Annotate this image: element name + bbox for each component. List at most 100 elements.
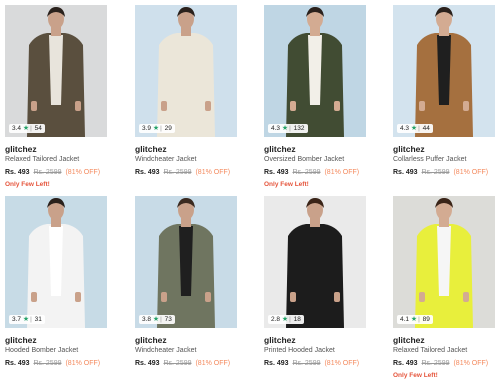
model-illustration <box>264 5 366 137</box>
product-price-row: Rs. 493 Rs. 2599 (81% OFF) <box>135 168 237 178</box>
rating-value: 3.7 <box>12 316 22 323</box>
sale-price: Rs. 493 <box>264 360 289 367</box>
model-left-hand <box>419 101 425 111</box>
model-left-hand <box>419 292 425 302</box>
product-card[interactable]: 2.8 ★| 18 glitchez Printed Hooded Jacket… <box>264 196 366 371</box>
product-card[interactable]: 4.1 ★| 89 glitchez Relaxed Tailored Jack… <box>393 196 495 380</box>
product-name[interactable]: Printed Hooded Jacket <box>264 346 366 355</box>
product-card[interactable]: 3.4 ★| 54 glitchez Relaxed Tailored Jack… <box>5 5 107 189</box>
model-right-hand <box>463 292 469 302</box>
review-count: 44 <box>422 125 430 132</box>
star-icon: ★ <box>410 316 418 323</box>
rating-badge: 4.1 ★| 89 <box>397 315 433 324</box>
product-brand[interactable]: glitchez <box>264 335 366 345</box>
rating-value: 4.1 <box>400 316 410 323</box>
discount-label: (81% OFF) <box>65 360 101 367</box>
product-brand[interactable]: glitchez <box>135 144 237 154</box>
product-brand[interactable]: glitchez <box>135 335 237 345</box>
rating-badge: 3.8 ★| 73 <box>139 315 175 324</box>
product-price-row: Rs. 493 Rs. 2599 (81% OFF) <box>264 168 366 178</box>
rating-value: 3.9 <box>142 125 152 132</box>
product-name[interactable]: Windcheater Jacket <box>135 346 237 355</box>
product-image[interactable] <box>5 196 107 328</box>
original-price: Rs. 2599 <box>33 360 62 367</box>
product-image[interactable] <box>264 196 366 328</box>
model-right-hand <box>463 101 469 111</box>
product-card[interactable]: 4.3 ★| 132 glitchez Oversized Bomber Jac… <box>264 5 366 189</box>
product-image[interactable] <box>135 196 237 328</box>
rating-badge: 3.7 ★| 31 <box>9 315 45 324</box>
review-count: 54 <box>34 125 42 132</box>
product-name[interactable]: Relaxed Tailored Jacket <box>393 346 495 355</box>
discount-label: (81% OFF) <box>324 169 360 176</box>
product-brand[interactable]: glitchez <box>393 144 495 154</box>
model-right-hand <box>75 101 81 111</box>
model-left-hand <box>161 101 167 111</box>
sale-price: Rs. 493 <box>5 360 30 367</box>
discount-label: (81% OFF) <box>65 169 101 176</box>
star-icon: ★ <box>410 125 418 132</box>
product-image[interactable] <box>264 5 366 137</box>
model-illustration <box>135 196 237 328</box>
model-shirt <box>49 226 63 296</box>
original-price: Rs. 2599 <box>421 360 450 367</box>
product-card[interactable]: 3.7 ★| 31 glitchez Hooded Bomber Jacket … <box>5 196 107 371</box>
product-image[interactable] <box>5 5 107 137</box>
model-shirt <box>308 35 322 105</box>
star-icon: ★ <box>152 316 160 323</box>
product-name[interactable]: Hooded Bomber Jacket <box>5 346 107 355</box>
discount-label: (81% OFF) <box>195 169 231 176</box>
model-shirt <box>437 226 451 296</box>
sale-price: Rs. 493 <box>393 169 418 176</box>
product-card[interactable]: 4.3 ★| 44 glitchez Collarless Puffer Jac… <box>393 5 495 180</box>
star-icon: ★ <box>281 125 289 132</box>
discount-label: (81% OFF) <box>453 169 489 176</box>
product-image[interactable] <box>393 5 495 137</box>
product-price-row: Rs. 493 Rs. 2599 (81% OFF) <box>5 168 107 178</box>
rating-badge: 3.9 ★| 29 <box>139 124 175 133</box>
stock-warning: Only Few Left! <box>393 372 438 379</box>
star-icon: ★ <box>22 125 30 132</box>
product-card[interactable]: 3.8 ★| 73 glitchez Windcheater Jacket Rs… <box>135 196 237 371</box>
model-illustration <box>264 196 366 328</box>
product-brand[interactable]: glitchez <box>264 144 366 154</box>
discount-label: (81% OFF) <box>324 360 360 367</box>
rating-value: 3.8 <box>142 316 152 323</box>
original-price: Rs. 2599 <box>33 169 62 176</box>
product-brand[interactable]: glitchez <box>5 144 107 154</box>
product-name[interactable]: Relaxed Tailored Jacket <box>5 155 107 164</box>
model-illustration <box>135 5 237 137</box>
product-price-row: Rs. 493 Rs. 2599 (81% OFF) <box>393 359 495 369</box>
model-left-hand <box>290 101 296 111</box>
product-card[interactable]: 3.9 ★| 29 glitchez Windcheater Jacket Rs… <box>135 5 237 180</box>
review-count: 89 <box>422 316 430 323</box>
product-name[interactable]: Windcheater Jacket <box>135 155 237 164</box>
sale-price: Rs. 493 <box>264 169 289 176</box>
discount-label: (81% OFF) <box>195 360 231 367</box>
model-right-hand <box>75 292 81 302</box>
product-image[interactable] <box>393 196 495 328</box>
model-right-hand <box>334 292 340 302</box>
product-name[interactable]: Oversized Bomber Jacket <box>264 155 366 164</box>
review-count: 18 <box>293 316 301 323</box>
product-name[interactable]: Collarless Puffer Jacket <box>393 155 495 164</box>
product-brand[interactable]: glitchez <box>393 335 495 345</box>
model-illustration <box>5 5 107 137</box>
model-left-hand <box>31 101 37 111</box>
star-icon: ★ <box>281 316 289 323</box>
model-shirt <box>308 226 322 296</box>
original-price: Rs. 2599 <box>292 360 321 367</box>
model-shirt <box>437 35 451 105</box>
rating-badge: 3.4 ★| 54 <box>9 124 45 133</box>
rating-value: 3.4 <box>12 125 22 132</box>
product-brand[interactable]: glitchez <box>5 335 107 345</box>
sale-price: Rs. 493 <box>393 360 418 367</box>
sale-price: Rs. 493 <box>135 169 160 176</box>
review-count: 29 <box>164 125 172 132</box>
product-image[interactable] <box>135 5 237 137</box>
star-icon: ★ <box>22 316 30 323</box>
review-count: 132 <box>293 125 305 132</box>
model-right-hand <box>334 101 340 111</box>
model-left-hand <box>161 292 167 302</box>
stock-warning: Only Few Left! <box>264 181 309 188</box>
